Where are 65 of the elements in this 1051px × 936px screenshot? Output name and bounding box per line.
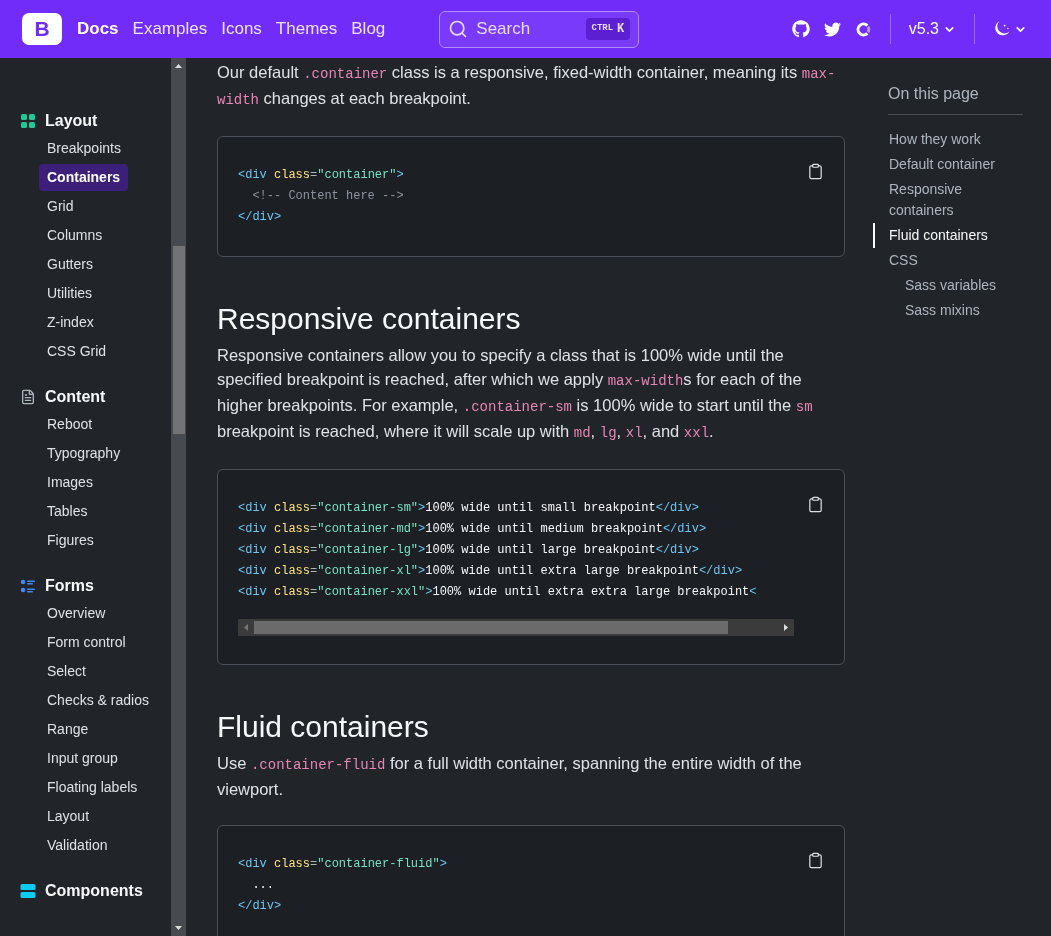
code: <div class="container-fluid"> ... </div> [238, 856, 448, 915]
sidebar-link[interactable]: Form control [39, 629, 134, 656]
search-field[interactable]: Search CTRL K [439, 10, 640, 48]
bootstrap-logo[interactable]: B [22, 13, 62, 45]
copy-button[interactable] [807, 852, 824, 869]
sidebar-link[interactable]: Reboot [39, 411, 101, 438]
copy-button[interactable] [807, 163, 824, 180]
open-collective-icon[interactable] [854, 20, 872, 38]
paragraph: Our default .container class is a responsive, fixed-width container, meaning its max-width changes at each breakpoint. [217, 62, 837, 110]
search-placeholder: Search [476, 18, 532, 41]
sidebar-link[interactable]: Input group [39, 745, 126, 772]
nav-link[interactable]: Docs [77, 16, 119, 42]
toc-title: On this page [888, 82, 1023, 115]
section-heading: Fluid containers [217, 709, 430, 745]
sidebar-link[interactable]: Tables [39, 498, 96, 525]
sidebar-link[interactable]: Validation [39, 832, 116, 859]
nav-link[interactable]: Blog [351, 16, 386, 42]
toc-link[interactable]: Sass variables [873, 273, 1023, 298]
sidebar-link[interactable]: Breakpoints [39, 135, 129, 162]
color-mode-button[interactable] [993, 20, 1027, 38]
sidebar-scrollbar[interactable] [171, 58, 186, 936]
sidebar-heading: Layout [45, 111, 98, 131]
code: <div class="container"> <!-- Content here --> </div> [238, 167, 405, 226]
paragraph: Responsive containers allow you to specify a class that is 100% wide until the specified breakpoint is reached, after which we apply max-widths for each of the higher breakpoints. For example, .container-sm is 100% wide to start until the sm breakpoint is reached, where it will scale up with md, lg, xl, and xxl. [217, 345, 814, 443]
github-icon[interactable] [791, 20, 810, 38]
copy-button[interactable] [807, 496, 824, 513]
sidebar-link[interactable]: CSS Grid [39, 338, 115, 365]
nav-link[interactable]: Examples [132, 16, 208, 42]
version-dropdown[interactable]: v5.3 [908, 17, 956, 41]
sidebar-link[interactable]: Overview [39, 600, 114, 627]
keyboard-shortcut: CTRL K [585, 18, 631, 40]
toc-link[interactable]: Responsive containers [873, 177, 1023, 223]
sidebar-link[interactable]: Z-index [39, 309, 102, 336]
paragraph: Use .container-fluid for a full width container, spanning the entire width of the viewport. [217, 753, 803, 800]
sidebar-heading: Forms [45, 576, 94, 596]
sidebar-heading: Content [45, 387, 106, 407]
sidebar-link[interactable]: Images [39, 469, 101, 496]
scrollbar-thumb[interactable] [172, 246, 185, 434]
sidebar-link[interactable]: Utilities [39, 280, 101, 307]
toc-link[interactable]: How they work [873, 127, 1023, 152]
sidebar-link[interactable]: Checks & radios [39, 687, 157, 714]
toc-link[interactable]: Default container [873, 152, 1023, 177]
sidebar-link[interactable]: Containers [39, 164, 129, 191]
toc-link[interactable]: CSS [873, 248, 1023, 273]
sidebar-heading: Components [45, 881, 143, 901]
section-heading: Responsive containers [217, 301, 522, 337]
sidebar-link[interactable]: Gutters [39, 251, 101, 278]
twitter-icon[interactable] [823, 20, 841, 38]
sidebar-link[interactable]: Typography [39, 440, 129, 467]
toc-link[interactable]: Fluid containers [873, 223, 1023, 248]
sidebar-link[interactable]: Layout [39, 803, 98, 830]
nav-link[interactable]: Icons [221, 16, 262, 42]
horizontal-scrollbar[interactable] [238, 619, 794, 636]
sidebar-link[interactable]: Grid [39, 193, 82, 220]
search-icon [448, 19, 469, 39]
sidebar-link[interactable]: Select [39, 658, 94, 685]
sidebar-link[interactable]: Figures [39, 527, 102, 554]
sidebar-link[interactable]: Floating labels [39, 774, 146, 801]
scrollbar-thumb[interactable] [254, 621, 728, 634]
moon-icon [993, 20, 1010, 38]
sidebar-link[interactable]: Range [39, 716, 97, 743]
toc-link[interactable]: Sass mixins [873, 298, 1023, 323]
sidebar-link[interactable]: Columns [39, 222, 111, 249]
code: <div class="container-sm">100% wide until small breakpoint</div> <div class="container-md">100% wide until medium breakpoint</div> <div class="container-lg">100% wide until large breakpoint</div> <div class="container-xl">100% wide until extra large breakpoint</div> <div class="container-xxl">100% wide until extra extra large breakpoint< [238, 500, 758, 601]
nav-link[interactable]: Themes [275, 16, 338, 42]
